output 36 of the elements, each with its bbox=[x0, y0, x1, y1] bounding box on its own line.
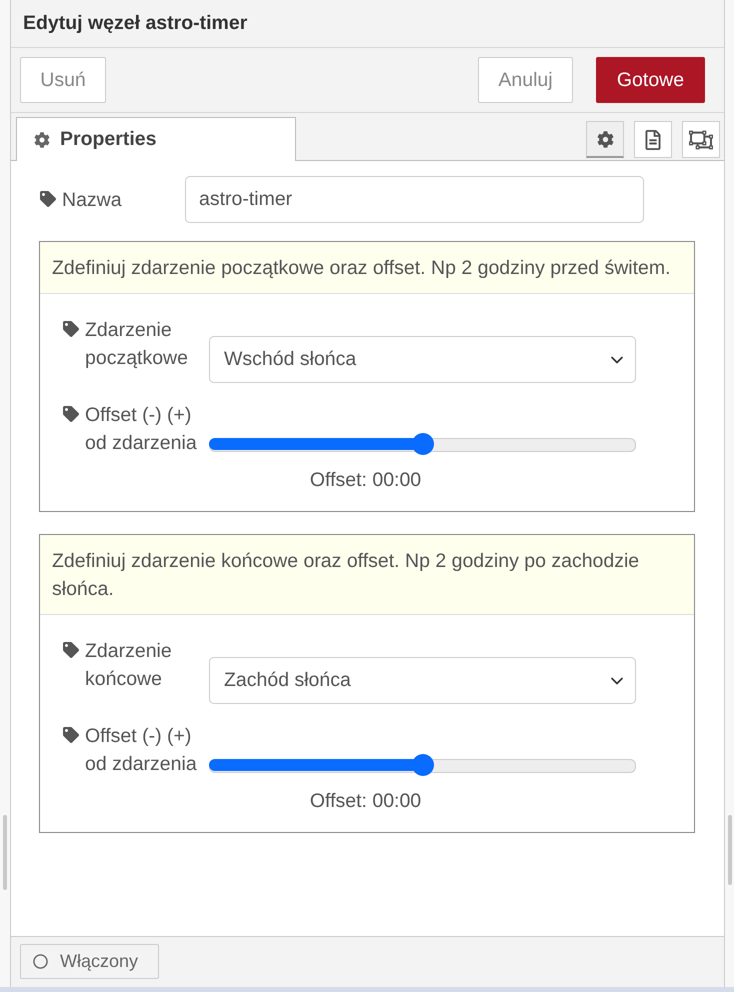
tag-icon bbox=[40, 190, 56, 206]
scrollbar-thumb[interactable] bbox=[3, 815, 7, 890]
slider-track[interactable] bbox=[209, 754, 636, 776]
slider-thumb[interactable] bbox=[412, 754, 434, 776]
gear-icon bbox=[596, 130, 614, 148]
hint-text: Zdefiniuj zdarzenie końcowe oraz offset. Np 2 godziny po zachodzie słońca. bbox=[40, 535, 694, 615]
tag-icon bbox=[63, 642, 79, 658]
document-icon bbox=[645, 130, 661, 150]
tag-icon bbox=[63, 406, 79, 422]
description-button[interactable] bbox=[634, 121, 672, 158]
enabled-toggle[interactable]: Włączony bbox=[20, 944, 159, 978]
field-label: Zdarzenie początkowe bbox=[85, 318, 189, 371]
dialog-title: Edytuj węzeł astro-timer bbox=[23, 12, 248, 35]
tab[interactable]: Properties bbox=[16, 117, 296, 161]
tag-icon bbox=[63, 727, 79, 743]
field-label: Offset (-) (+) od zdarzenia bbox=[85, 724, 198, 777]
delete-button[interactable]: Usuń bbox=[20, 57, 106, 103]
name-input[interactable]: astro-timer bbox=[185, 176, 644, 223]
tag-icon bbox=[63, 321, 79, 337]
field-label: Nazwa bbox=[62, 188, 123, 212]
scrollbar-thumb[interactable] bbox=[728, 815, 732, 885]
event-select[interactable]: Wschód słońca bbox=[209, 336, 636, 383]
offset-reading: Offset: 00:00 bbox=[310, 469, 422, 492]
done-button[interactable]: Gotowe bbox=[596, 57, 705, 103]
slider-track[interactable] bbox=[209, 433, 636, 455]
slider-thumb[interactable] bbox=[412, 433, 434, 455]
field-label: Offset (-) (+) od zdarzenia bbox=[85, 403, 198, 456]
gear-icon bbox=[34, 132, 50, 148]
overlapping-squares-icon bbox=[689, 128, 713, 150]
event-select[interactable]: Zachód słońca bbox=[209, 657, 636, 704]
offset-reading: Offset: 00:00 bbox=[310, 790, 422, 813]
hint-text: Zdefiniuj zdarzenie początkowe oraz offset. Np 2 godziny przed świtem. bbox=[40, 242, 694, 294]
settings-button[interactable] bbox=[586, 121, 624, 158]
appearance-button[interactable] bbox=[682, 121, 720, 158]
cancel-button[interactable]: Anuluj bbox=[478, 57, 573, 103]
field-label: Zdarzenie końcowe bbox=[85, 639, 173, 692]
